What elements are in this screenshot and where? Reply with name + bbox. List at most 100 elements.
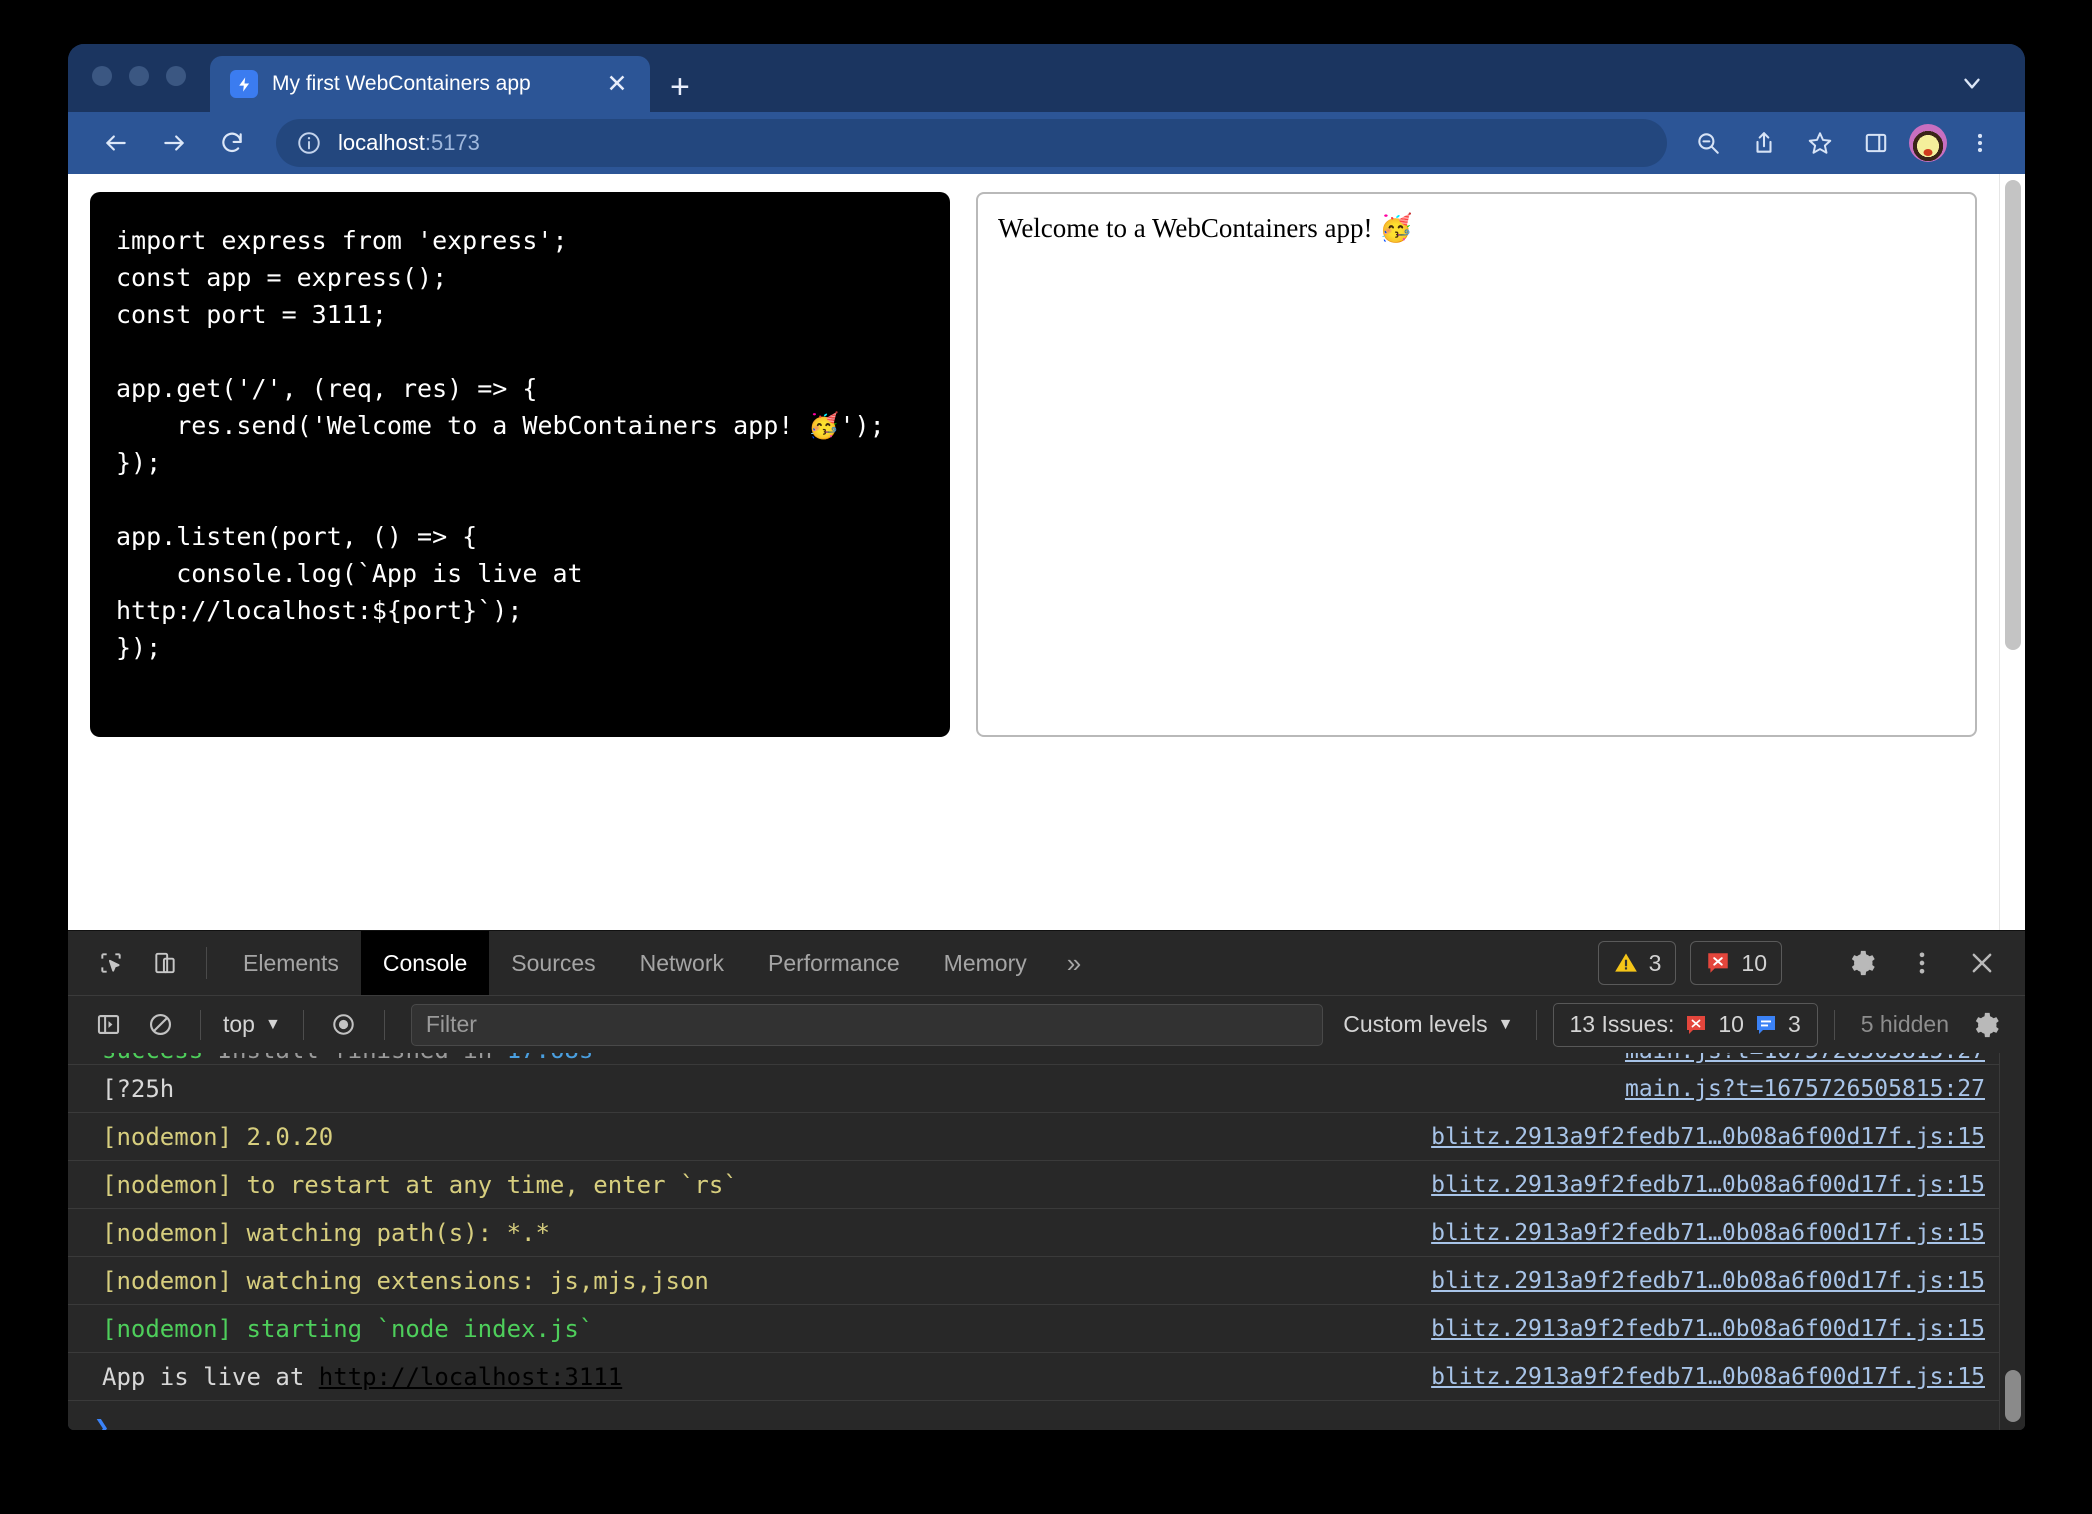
- console-prompt-arrow-icon: ❯: [94, 1413, 110, 1430]
- settings-gear-icon[interactable]: [1839, 940, 1885, 986]
- console-message-source-link[interactable]: blitz.2913a9f2fedb71…0b08a6f00d17f.js:15: [1431, 1268, 1985, 1294]
- console-message[interactable]: [nodemon] watching extensions: js,mjs,js…: [68, 1257, 1999, 1305]
- new-tab-button[interactable]: +: [670, 70, 690, 104]
- filterbar-divider-3: [383, 1009, 385, 1040]
- tab-memory[interactable]: Memory: [922, 931, 1049, 995]
- console-message-source-link[interactable]: blitz.2913a9f2fedb71…0b08a6f00d17f.js:15: [1431, 1172, 1985, 1198]
- device-toolbar-icon[interactable]: [138, 931, 192, 995]
- filterbar-divider-1: [200, 1009, 201, 1040]
- window-traffic-lights: [92, 44, 186, 112]
- console-message-text: [nodemon] starting `node index.js`: [102, 1315, 1411, 1343]
- forward-arrow-icon[interactable]: [148, 117, 200, 169]
- console-scrollbar-thumb[interactable]: [2005, 1370, 2021, 1422]
- tab-network[interactable]: Network: [618, 931, 746, 995]
- filter-input[interactable]: [425, 1011, 1309, 1038]
- error-icon: [1708, 953, 1729, 973]
- console-message-segment: success: [102, 1053, 203, 1064]
- more-tabs-button[interactable]: »: [1049, 931, 1099, 995]
- code-editor-panel[interactable]: import express from 'express'; const app…: [90, 192, 950, 737]
- console-message-source-link[interactable]: blitz.2913a9f2fedb71…0b08a6f00d17f.js:15: [1431, 1220, 1985, 1246]
- errors-badge[interactable]: 10: [1690, 941, 1782, 985]
- devtools-panel: Elements Console Sources Network Perform…: [68, 930, 2025, 1430]
- page-scrollbar-thumb[interactable]: [2005, 180, 2021, 650]
- address-bar[interactable]: localhost:5173: [276, 119, 1667, 167]
- tab-console[interactable]: Console: [360, 931, 490, 995]
- app-preview-iframe[interactable]: Welcome to a WebContainers app! 🥳: [976, 192, 1977, 737]
- chevron-down-icon: ▼: [1497, 1015, 1514, 1033]
- reload-icon[interactable]: [206, 117, 258, 169]
- maximize-window-button[interactable]: [166, 66, 186, 86]
- console-message[interactable]: [nodemon] 2.0.20 blitz.2913a9f2fedb71…0b0…: [68, 1113, 1999, 1161]
- devtools-tabbar: Elements Console Sources Network Perform…: [68, 931, 2025, 995]
- warning-triangle-icon: [1614, 953, 1637, 972]
- issues-pill[interactable]: 13 Issues: 10 3: [1552, 1002, 1818, 1047]
- clear-console-icon[interactable]: [136, 1003, 184, 1047]
- chevron-down-icon: ▼: [264, 1015, 281, 1033]
- console-message-source-link[interactable]: main.js?t=1675726505815:27: [1625, 1076, 1985, 1102]
- zoom-out-icon[interactable]: [1685, 120, 1731, 166]
- back-arrow-icon[interactable]: [90, 117, 142, 169]
- warnings-badge[interactable]: 3: [1597, 941, 1677, 985]
- console-message-source-link[interactable]: blitz.2913a9f2fedb71…0b08a6f00d17f.js:15: [1431, 1316, 1985, 1342]
- hidden-messages-count: 5 hidden: [1860, 1011, 1949, 1037]
- star-icon[interactable]: [1797, 120, 1843, 166]
- console-scrollbar[interactable]: [1999, 1053, 2025, 1430]
- live-expression-icon[interactable]: [320, 1003, 368, 1047]
- console-sidebar-icon[interactable]: [84, 1003, 132, 1047]
- console-message-text: success Install finished in 17.68s: [102, 1053, 1605, 1064]
- more-options-icon[interactable]: [1899, 940, 1945, 986]
- console-message-area[interactable]: success Install finished in 17.68s main.j…: [68, 1053, 2025, 1430]
- log-levels-label: Custom levels: [1343, 1011, 1488, 1037]
- console-message[interactable]: [nodemon] watching path(s): *.* blitz.291…: [68, 1209, 1999, 1257]
- console-message-source-link[interactable]: blitz.2913a9f2fedb71…0b08a6f00d17f.js:15: [1431, 1364, 1985, 1390]
- tab-strip: My first WebContainers app ✕ +: [68, 44, 2025, 112]
- context-selector[interactable]: top ▼: [217, 1011, 287, 1038]
- avatar[interactable]: [1909, 124, 1947, 162]
- inspect-element-icon[interactable]: [84, 931, 138, 995]
- tab-elements[interactable]: Elements: [221, 931, 361, 995]
- devtools-tabbar-actions: 3 10: [1597, 931, 2025, 995]
- tab-sources[interactable]: Sources: [489, 931, 617, 995]
- console-message-source-link[interactable]: main.js?t=1675726505815:27: [1625, 1053, 1985, 1064]
- issues-info-count: 3: [1787, 1011, 1801, 1037]
- filterbar-divider-2: [302, 1009, 304, 1040]
- page-scrollbar[interactable]: [1999, 174, 2025, 930]
- context-selector-value: top: [223, 1011, 255, 1037]
- minimize-window-button[interactable]: [129, 66, 149, 86]
- filter-input-wrapper[interactable]: [410, 1003, 1324, 1046]
- toolbar-actions: [1685, 120, 2003, 166]
- tab-performance[interactable]: Performance: [746, 931, 922, 995]
- browser-tab[interactable]: My first WebContainers app ✕: [210, 56, 650, 112]
- console-settings-icon[interactable]: [1963, 1002, 2009, 1048]
- console-message-text: [nodemon] watching path(s): *.*: [102, 1219, 1411, 1247]
- console-message-text: [?25h: [102, 1075, 1605, 1103]
- url-port: :5173: [424, 130, 480, 155]
- console-message-source-link[interactable]: blitz.2913a9f2fedb71…0b08a6f00d17f.js:15: [1431, 1124, 1985, 1150]
- console-message-segment: [nodemon] watching path(s): *.*: [102, 1218, 550, 1247]
- console-message[interactable]: App is live at http://localhost:3111 blit…: [68, 1353, 1999, 1401]
- close-devtools-icon[interactable]: [1959, 940, 2005, 986]
- lightning-bolt-icon: [230, 70, 258, 98]
- console-message-segment: 17.68s: [507, 1053, 594, 1064]
- issue-info-icon: [1756, 1015, 1775, 1034]
- close-window-button[interactable]: [92, 66, 112, 86]
- log-levels-selector[interactable]: Custom levels ▼: [1337, 1011, 1519, 1038]
- share-icon[interactable]: [1741, 120, 1787, 166]
- side-panel-icon[interactable]: [1853, 120, 1899, 166]
- console-message-segment: [nodemon] starting `node index.js`: [102, 1314, 594, 1343]
- console-message-text: [nodemon] to restart at any time, enter …: [102, 1171, 1411, 1199]
- console-message-text: App is live at http://localhost:3111: [102, 1363, 1411, 1391]
- chevron-down-icon[interactable]: [1959, 70, 1985, 96]
- site-info-icon[interactable]: [296, 130, 322, 156]
- console-message-link[interactable]: http://localhost:3111: [319, 1363, 622, 1391]
- console-message[interactable]: [nodemon] to restart at any time, enter …: [68, 1161, 1999, 1209]
- console-message-text: [nodemon] 2.0.20: [102, 1123, 1411, 1151]
- kebab-menu-icon[interactable]: [1957, 120, 2003, 166]
- console-message[interactable]: success Install finished in 17.68s main.j…: [68, 1053, 1999, 1065]
- console-message[interactable]: [nodemon] starting `node index.js` blitz.…: [68, 1305, 1999, 1353]
- issues-label: 13 Issues:: [1569, 1011, 1675, 1037]
- issues-errors-count: 10: [1718, 1011, 1744, 1037]
- console-message[interactable]: [?25h main.js?t=1675726505815:27: [68, 1065, 1999, 1113]
- close-tab-button[interactable]: ✕: [602, 71, 632, 97]
- console-prompt[interactable]: ❯: [68, 1401, 1999, 1430]
